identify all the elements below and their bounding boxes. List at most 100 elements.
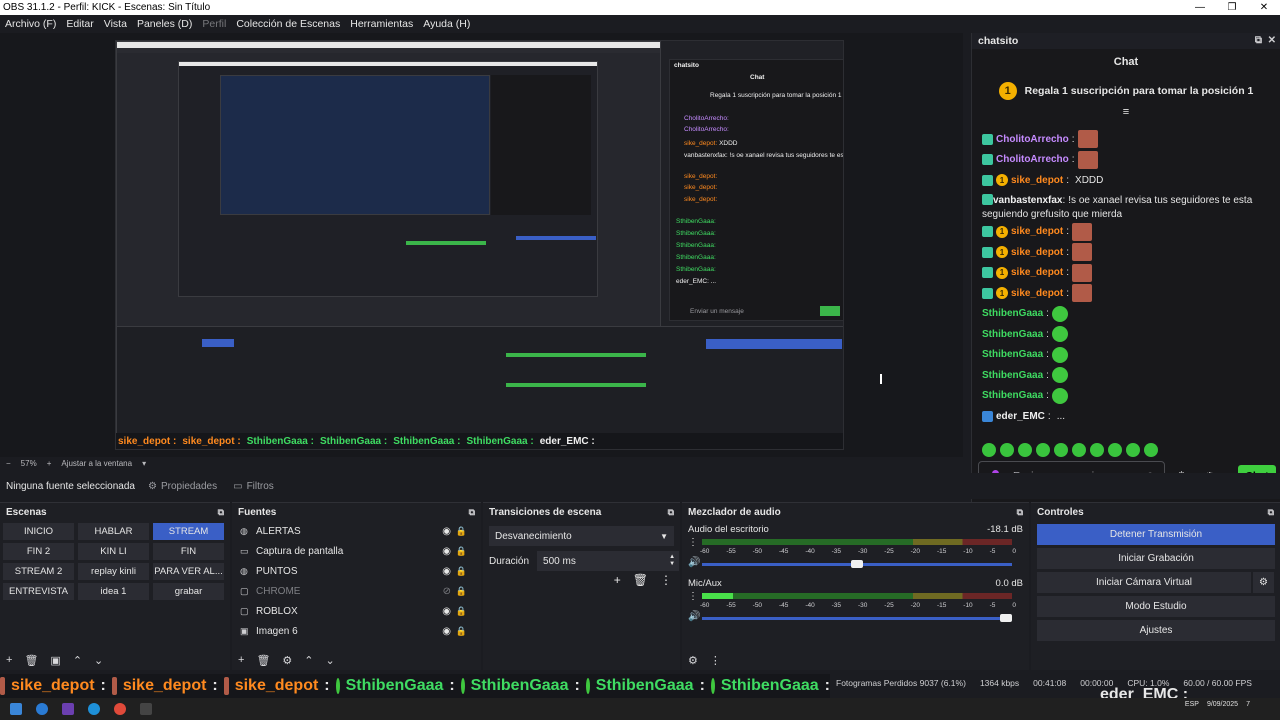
- scene-button[interactable]: HABLAR: [78, 523, 149, 540]
- undock-icon[interactable]: ⧉: [668, 507, 674, 518]
- chat-username[interactable]: SthibenGaaa: [982, 370, 1043, 381]
- scene-button[interactable]: FIN: [153, 543, 224, 560]
- lock-icon[interactable]: 🔒: [456, 526, 467, 537]
- scene-button[interactable]: STREAM: [153, 523, 224, 540]
- undock-icon[interactable]: ⧉: [1255, 35, 1262, 46]
- scene-button[interactable]: STREAM 2: [3, 563, 74, 580]
- speaker-icon[interactable]: 🔊: [688, 611, 700, 622]
- add-icon[interactable]: +: [614, 573, 621, 587]
- close-icon[interactable]: ✕: [1268, 35, 1276, 46]
- app-icon[interactable]: [62, 703, 74, 715]
- volume-slider[interactable]: [702, 560, 1012, 568]
- chat-username[interactable]: sike_depot: [1011, 226, 1063, 237]
- chat-username[interactable]: SthibenGaaa: [982, 390, 1043, 401]
- scene-button[interactable]: KIN LI: [78, 543, 149, 560]
- source-row[interactable]: ▣ Imagen 6 ◉ 🔒: [232, 621, 481, 641]
- menu-item-3[interactable]: Paneles (D): [132, 18, 197, 30]
- eye-icon[interactable]: ◉: [442, 626, 451, 637]
- scene-button[interactable]: grabar: [153, 583, 224, 600]
- zoom-fit-select[interactable]: Ajustar a la ventana: [61, 459, 132, 468]
- slider-handle[interactable]: [1000, 614, 1012, 622]
- source-row[interactable]: ◍ ALERTAS ◉ 🔒: [232, 521, 481, 541]
- more-icon[interactable]: ⋮: [710, 654, 721, 667]
- menu-item-7[interactable]: Ayuda (H): [418, 18, 475, 30]
- slider-handle[interactable]: [851, 560, 864, 568]
- scene-button[interactable]: INICIO: [3, 523, 74, 540]
- start-icon[interactable]: [10, 703, 22, 715]
- gear-icon[interactable]: ⚙: [1253, 572, 1274, 593]
- trash-icon[interactable]: 🗑: [24, 654, 38, 667]
- lock-icon[interactable]: 🔒: [456, 586, 467, 597]
- add-icon[interactable]: +: [6, 654, 12, 666]
- scene-button[interactable]: ENTREVISTA: [3, 583, 74, 600]
- scene-button[interactable]: replay kinli: [78, 563, 149, 580]
- chat-message-list[interactable]: CholitoArrecho: CholitoArrecho:1 sike_depo…: [982, 129, 1272, 427]
- eye-icon[interactable]: ◉: [442, 566, 451, 577]
- source-row[interactable]: ▢ ROBLOX ◉ 🔒: [232, 601, 481, 621]
- eye-icon[interactable]: ◉: [442, 606, 451, 617]
- move-down-icon[interactable]: ⌄: [94, 654, 103, 667]
- obs-icon[interactable]: [140, 703, 152, 715]
- menu-item-6[interactable]: Herramientas: [345, 18, 418, 30]
- chrome-icon[interactable]: [114, 703, 126, 715]
- stream-preview-canvas[interactable]: chatsito Chat Regala 1 suscripción para …: [115, 40, 844, 450]
- chat-username[interactable]: sike_depot: [1011, 247, 1063, 258]
- start-recording-button[interactable]: Iniciar Grabación: [1037, 548, 1275, 569]
- move-up-icon[interactable]: ⌃: [73, 654, 82, 667]
- eye-icon[interactable]: ◉: [442, 526, 451, 537]
- undock-icon[interactable]: ⧉: [469, 507, 475, 518]
- trash-icon[interactable]: 🗑: [633, 573, 648, 587]
- chat-username[interactable]: SthibenGaaa: [982, 308, 1043, 319]
- chat-username[interactable]: vanbastenxfax: [993, 195, 1062, 206]
- properties-button[interactable]: ⚙ Propiedades: [140, 481, 225, 492]
- lock-icon[interactable]: 🔒: [456, 546, 467, 557]
- add-icon[interactable]: +: [238, 654, 244, 666]
- move-up-icon[interactable]: ⌃: [304, 654, 313, 667]
- menu-item-4[interactable]: Perfil: [197, 18, 231, 30]
- chat-username[interactable]: SthibenGaaa: [982, 329, 1043, 340]
- volume-slider[interactable]: [702, 614, 1012, 622]
- gear-icon[interactable]: ⚙: [282, 654, 292, 667]
- more-icon[interactable]: ⋮: [688, 591, 698, 602]
- menu-item-2[interactable]: Vista: [99, 18, 132, 30]
- trash-icon[interactable]: 🗑: [256, 654, 270, 667]
- source-row[interactable]: ▢ CHROME ⊘ 🔒: [232, 581, 481, 601]
- scene-button[interactable]: FIN 2: [3, 543, 74, 560]
- chevron-down-icon[interactable]: ▾: [142, 459, 146, 468]
- more-icon[interactable]: ⋮: [688, 537, 698, 548]
- minimize-button[interactable]: —: [1184, 0, 1216, 15]
- source-row[interactable]: ◍ PUNTOS ◉ 🔒: [232, 561, 481, 581]
- expand-pinned-icon[interactable]: ≡: [972, 106, 1280, 118]
- close-button[interactable]: ✕: [1248, 0, 1280, 15]
- preview-area[interactable]: chatsito Chat Regala 1 suscripción para …: [0, 33, 963, 457]
- menu-item-0[interactable]: Archivo (F): [0, 18, 61, 30]
- chat-username[interactable]: CholitoArrecho: [996, 154, 1069, 165]
- settings-button[interactable]: Ajustes: [1037, 620, 1275, 641]
- chat-username[interactable]: eder_EMC: [996, 411, 1045, 422]
- lock-icon[interactable]: 🔒: [456, 626, 467, 637]
- transition-select[interactable]: Desvanecimiento ▼: [489, 526, 674, 546]
- outlook-icon[interactable]: [36, 703, 48, 715]
- move-down-icon[interactable]: ⌄: [326, 654, 335, 667]
- scene-button[interactable]: PARA VER AL...: [153, 563, 224, 580]
- stop-stream-button[interactable]: Detener Transmisión: [1037, 524, 1275, 545]
- notification-badge[interactable]: 7: [1246, 701, 1250, 709]
- zoom-in-button[interactable]: +: [47, 459, 52, 468]
- source-row[interactable]: ▭ Captura de pantalla ◉ 🔒: [232, 541, 481, 561]
- lock-icon[interactable]: 🔒: [456, 606, 467, 617]
- undock-icon[interactable]: ⧉: [1268, 507, 1274, 518]
- language-indicator[interactable]: ESP: [1185, 701, 1199, 709]
- menu-item-1[interactable]: Editar: [61, 18, 98, 30]
- chat-username[interactable]: SthibenGaaa: [982, 349, 1043, 360]
- lock-icon[interactable]: 🔒: [456, 566, 467, 577]
- eye-off-icon[interactable]: ⊘: [443, 586, 451, 597]
- filters-button[interactable]: ▭ Filtros: [225, 481, 282, 492]
- chat-username[interactable]: CholitoArrecho: [996, 134, 1069, 145]
- scene-button[interactable]: idea 1: [78, 583, 149, 600]
- undock-icon[interactable]: ⧉: [1017, 507, 1023, 518]
- filter-icon[interactable]: ▣: [50, 654, 60, 667]
- pinned-goal[interactable]: 1 Regala 1 suscripción para tomar la pos…: [972, 82, 1280, 100]
- undock-icon[interactable]: ⧉: [218, 507, 224, 518]
- eye-icon[interactable]: ◉: [442, 546, 451, 557]
- speaker-icon[interactable]: 🔊: [688, 557, 700, 568]
